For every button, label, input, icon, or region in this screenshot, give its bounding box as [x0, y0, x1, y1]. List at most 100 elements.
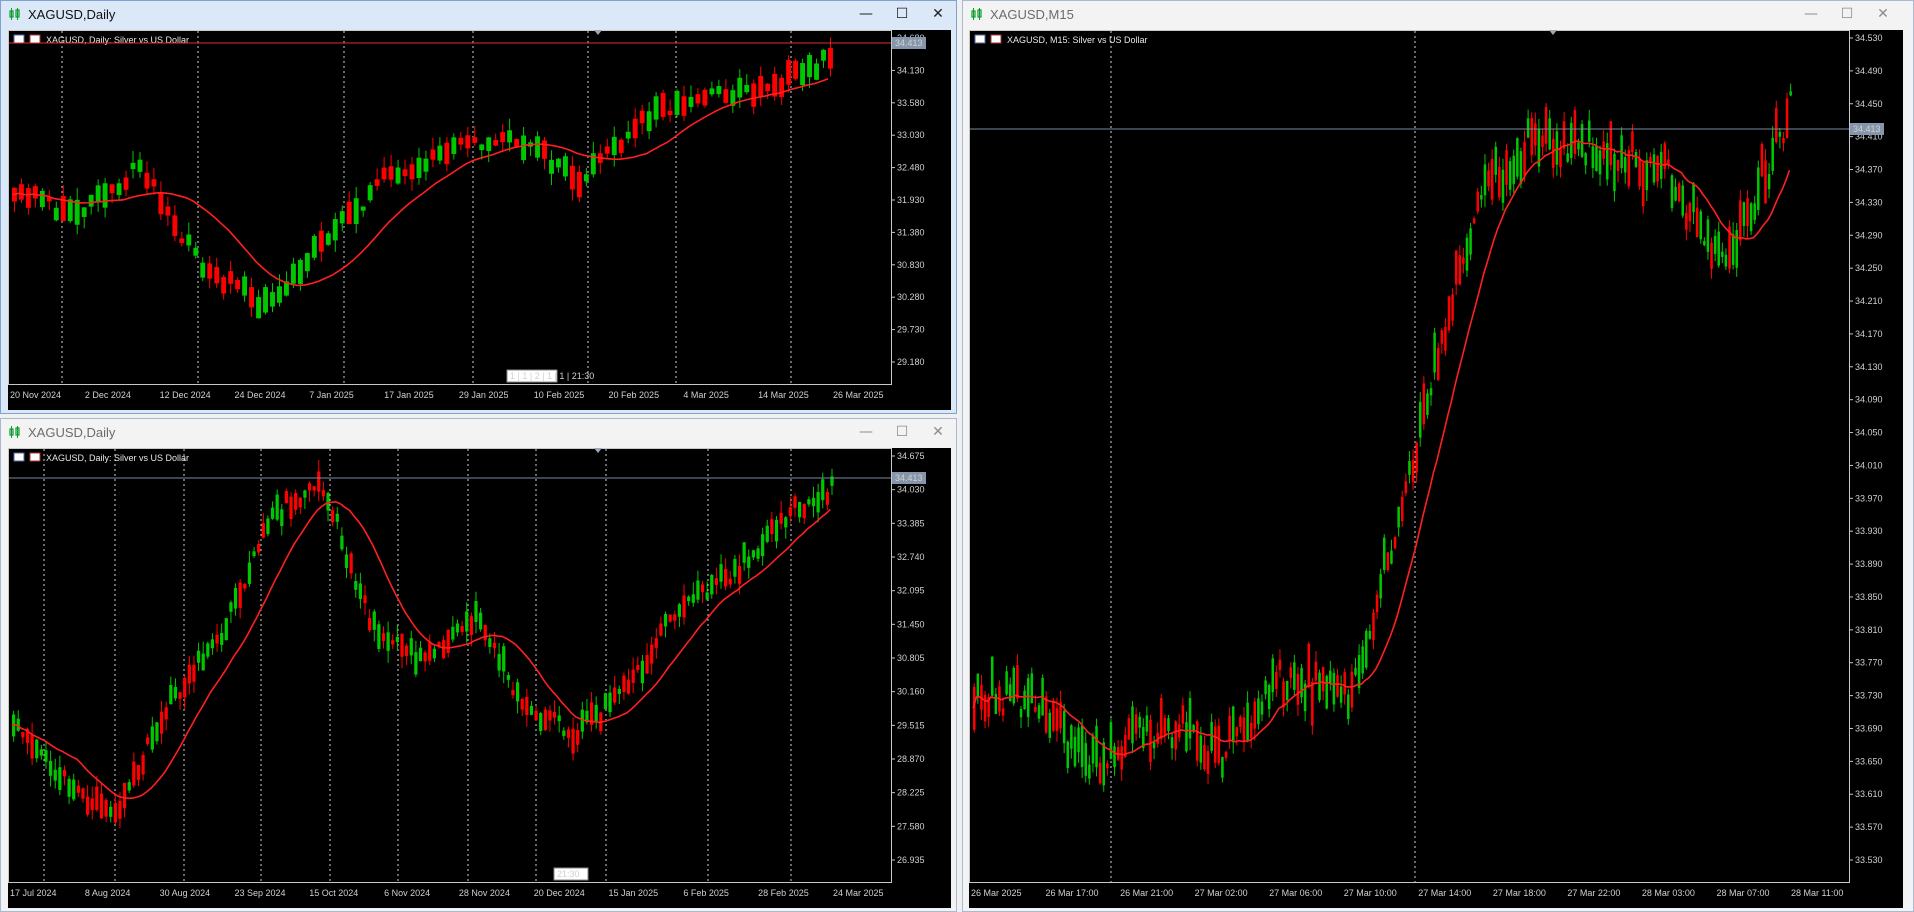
- date-label: 28 Feb 2025: [758, 888, 809, 898]
- candle-body: [1217, 725, 1221, 764]
- candle-body: [571, 728, 575, 754]
- price-level-label: 28.225: [897, 788, 925, 798]
- candle-body: [1753, 203, 1756, 221]
- close-icon[interactable]: ✕: [1865, 1, 1901, 27]
- candle-body: [1652, 154, 1656, 183]
- window-titlebar[interactable]: XAGUSD,M15 — ☐ ✕: [963, 1, 1913, 27]
- candle-body: [990, 656, 994, 696]
- minimize-icon[interactable]: —: [848, 1, 884, 27]
- candle-body: [1742, 202, 1746, 226]
- window-titlebar[interactable]: XAGUSD,Daily — ☐ ✕: [1, 419, 956, 445]
- candle-body: [325, 233, 331, 245]
- chart-canvas[interactable]: 34.675 34.030 33.385 32.740 32.095 31.450 30.8…: [8, 448, 951, 908]
- date-label: 2 Dec 2024: [85, 390, 131, 400]
- candle-body: [1221, 757, 1224, 778]
- candle-body: [1098, 762, 1102, 784]
- price-level-label: 34.030: [897, 485, 925, 495]
- chart-canvas[interactable]: 34.53034.49034.45034.41034.37034.33034.2…: [969, 30, 1903, 908]
- date-label: 24 Mar 2025: [833, 888, 884, 898]
- price-chart[interactable]: 34.675 34.030 33.385 32.740 32.095 31.450 30.8…: [8, 448, 951, 908]
- candle-body: [1422, 383, 1426, 425]
- candle-body: [179, 238, 185, 243]
- candle-body: [1397, 506, 1400, 528]
- chart-shift-marker[interactable]: [1549, 30, 1557, 35]
- candle-body: [437, 145, 443, 161]
- candle-body: [1681, 185, 1685, 216]
- candle-body: [557, 715, 561, 722]
- minimize-icon[interactable]: —: [1793, 1, 1829, 27]
- candle-body: [1343, 672, 1346, 695]
- candle-body: [32, 186, 38, 199]
- candle-body: [761, 534, 765, 557]
- candle-body: [441, 640, 446, 659]
- price-chart[interactable]: 34.530 34.490 34.450 34.410 34.370 34.330 34.2…: [969, 30, 1903, 908]
- close-icon[interactable]: ✕: [920, 419, 956, 445]
- candle-body: [525, 696, 529, 715]
- candle-body: [196, 650, 201, 663]
- candle-body: [1692, 183, 1695, 213]
- price-level-label: 30.280: [897, 292, 925, 302]
- candle-body: [645, 654, 649, 674]
- candle-body: [221, 276, 227, 294]
- candle-body: [275, 494, 279, 520]
- candle-body: [1598, 150, 1602, 175]
- candle-body: [770, 519, 774, 535]
- candle-body: [639, 110, 645, 124]
- price-level-label: 27.580: [897, 821, 925, 831]
- candle-body: [677, 604, 682, 617]
- candle-body: [1249, 722, 1253, 738]
- maximize-icon[interactable]: ☐: [884, 419, 920, 445]
- candle-body: [668, 614, 672, 622]
- candle-body: [18, 184, 24, 200]
- candle-body: [146, 737, 150, 744]
- chart-window-daily-1[interactable]: XAGUSD,Daily — ☐ ✕ 34.68034.13033.58033.…: [0, 0, 957, 414]
- candle-body: [1760, 144, 1764, 177]
- candle-body: [90, 798, 94, 811]
- bar-timer: 21:30: [557, 869, 580, 879]
- price-level-label: 34.330: [1855, 197, 1883, 207]
- candle-body: [1494, 146, 1498, 175]
- candle-body: [252, 551, 256, 557]
- chart-canvas[interactable]: 34.68034.13033.58033.03032.48031.93031.3…: [8, 30, 951, 410]
- candle-body: [1019, 708, 1023, 718]
- candle-body: [1534, 123, 1537, 146]
- date-label: 6 Feb 2025: [683, 888, 729, 898]
- maximize-icon[interactable]: ☐: [884, 1, 920, 27]
- candle-body: [1264, 680, 1267, 695]
- price-level-label: 33.650: [1855, 756, 1883, 766]
- candle-body: [1508, 161, 1512, 190]
- candle-body: [290, 263, 296, 284]
- candle-body: [793, 496, 797, 508]
- candle-body: [976, 673, 980, 698]
- window-titlebar[interactable]: XAGUSD,Daily — ☐ ✕: [1, 1, 956, 27]
- candle-body: [25, 188, 31, 208]
- price-level-label: 33.730: [1855, 691, 1883, 701]
- candle-body: [646, 111, 652, 132]
- candle-body: [1314, 661, 1318, 681]
- candle-body: [1034, 706, 1037, 712]
- candle-body: [372, 611, 376, 630]
- candle-body: [719, 564, 723, 582]
- minimize-icon[interactable]: —: [848, 419, 884, 445]
- chart-shift-marker[interactable]: [594, 30, 602, 35]
- chart-window-m15[interactable]: XAGUSD,M15 — ☐ ✕ 34.530 34.490 34.450 34.41…: [962, 0, 1914, 912]
- candle-body: [534, 710, 538, 721]
- candle-body: [756, 548, 760, 559]
- candle-body: [104, 800, 108, 817]
- candle-body: [779, 512, 783, 524]
- candle-body: [1152, 742, 1156, 749]
- maximize-icon[interactable]: ☐: [1829, 1, 1865, 27]
- chart-shift-marker[interactable]: [594, 448, 602, 453]
- candle-body: [1588, 120, 1591, 142]
- price-level-label: 34.130: [897, 65, 925, 75]
- date-label: 28 Mar 07:00: [1716, 888, 1769, 898]
- close-icon[interactable]: ✕: [920, 1, 956, 27]
- chart-list-icon: [974, 34, 986, 44]
- candle-body: [583, 174, 589, 182]
- candle-body: [1181, 705, 1185, 724]
- candle-body: [1347, 694, 1350, 720]
- candle-body: [556, 158, 561, 168]
- candle-body: [1739, 200, 1742, 241]
- price-chart[interactable]: 34.68034.13033.58033.03032.48031.93031.3…: [8, 30, 951, 410]
- chart-window-daily-2[interactable]: XAGUSD,Daily — ☐ ✕ 34.675 34.030 33.385 32.…: [0, 418, 957, 912]
